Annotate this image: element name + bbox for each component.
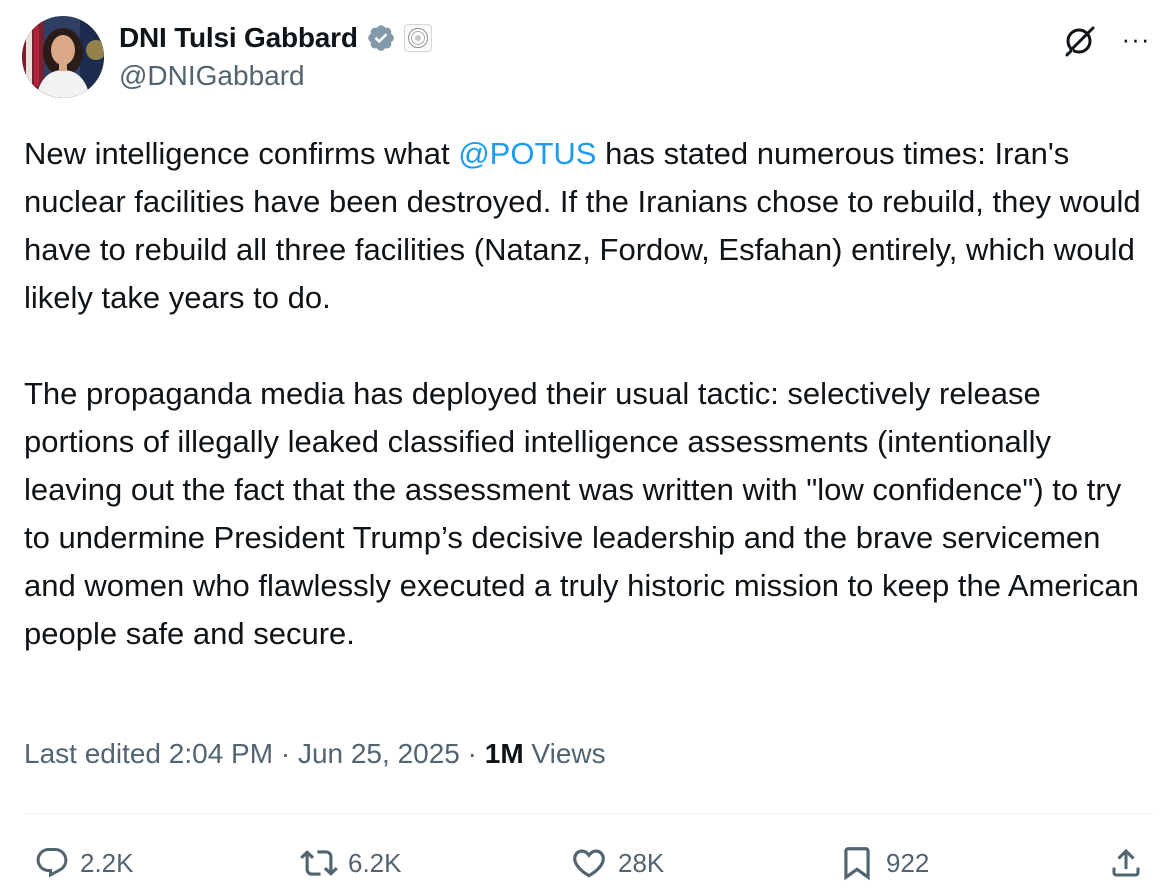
repost-button[interactable]: 6.2K <box>300 840 402 886</box>
tweet-text: New intelligence confirms what @POTUS ha… <box>24 130 1154 658</box>
views-label: Views <box>523 738 606 769</box>
share-icon <box>1108 845 1144 881</box>
repost-count: 6.2K <box>348 847 402 878</box>
tweet-meta: Last edited 2:04 PM · Jun 25, 2025 · 1M … <box>24 738 606 770</box>
more-icon[interactable]: ··· <box>1118 24 1154 54</box>
verified-badge-icon[interactable] <box>366 23 396 53</box>
meta-separator: · <box>459 738 485 769</box>
share-button[interactable] <box>1108 840 1144 886</box>
tweet-paragraph-2: The propaganda media has deployed their … <box>24 376 1139 651</box>
bookmark-button[interactable]: 922 <box>838 840 929 886</box>
reply-count: 2.2K <box>80 847 134 878</box>
bookmark-count: 922 <box>886 847 930 878</box>
author-name-row: DNI Tulsi Gabbard <box>119 18 432 58</box>
tweet-text-part: New intelligence confirms what <box>24 136 459 171</box>
grok-icon[interactable] <box>1062 22 1098 58</box>
heart-icon <box>570 844 608 882</box>
views-count: 1M <box>484 738 524 769</box>
post-date[interactable]: Jun 25, 2025 <box>298 738 460 769</box>
tweet: DNI Tulsi Gabbard @DNIGabbard ··· New in… <box>0 0 1172 896</box>
avatar[interactable] <box>22 16 104 98</box>
government-seal-icon[interactable] <box>403 24 432 52</box>
reply-icon <box>34 845 70 881</box>
meta-separator: · <box>273 738 298 769</box>
profile-photo-icon <box>22 16 104 98</box>
bookmark-icon <box>838 844 876 882</box>
mention-link[interactable]: @POTUS <box>458 136 596 171</box>
repost-icon <box>300 844 338 882</box>
like-count: 28K <box>618 847 665 878</box>
edited-timestamp[interactable]: Last edited 2:04 PM <box>24 738 273 769</box>
author-display-name[interactable]: DNI Tulsi Gabbard <box>119 22 358 54</box>
author-handle[interactable]: @DNIGabbard <box>119 60 305 92</box>
reply-button[interactable]: 2.2K <box>34 840 134 886</box>
tweet-paragraph-1: New intelligence confirms what @POTUS ha… <box>24 130 1154 322</box>
like-button[interactable]: 28K <box>570 840 664 886</box>
divider <box>24 813 1154 814</box>
